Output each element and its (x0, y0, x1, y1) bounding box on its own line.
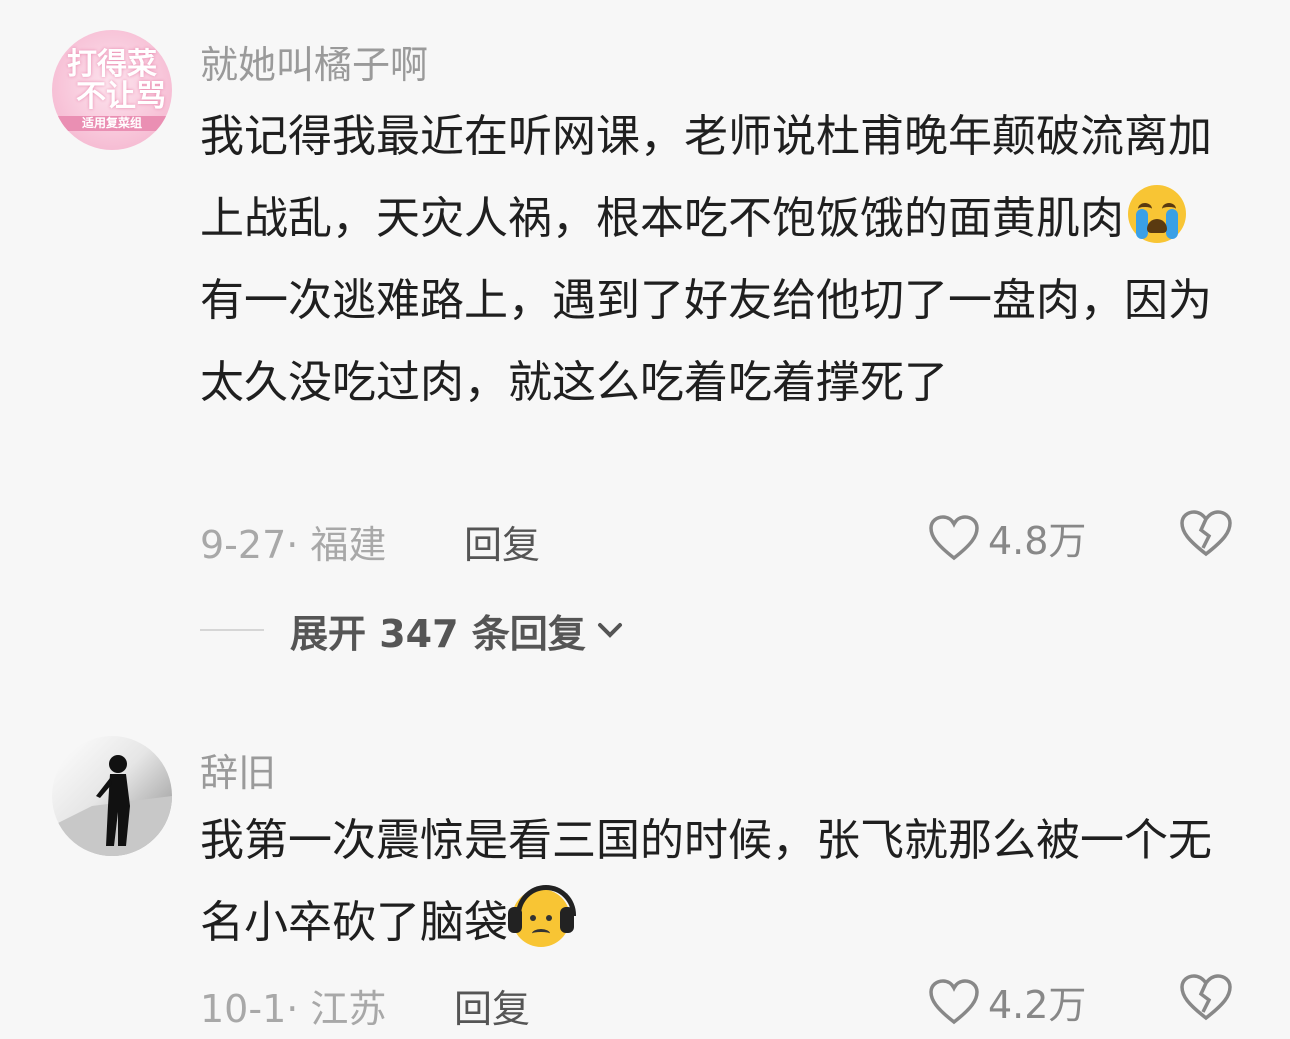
broken-heart-icon (1180, 974, 1232, 1021)
avatar-text-line-2: 不让骂 (76, 78, 166, 114)
comment-text-part-2: 有一次逃难路上，遇到了好友给他切了一盘肉，因为太久没吃过肉，就这么吃着吃着撑死了 (200, 275, 1212, 408)
comment-meta: 10-1· 江苏 回复 4.2万 (200, 974, 1250, 1031)
chevron-down-icon (597, 623, 622, 638)
expand-replies-label: 展开 347 条回复 (290, 611, 586, 656)
username[interactable]: 就她叫橘子啊 (200, 34, 428, 89)
heart-icon (929, 978, 979, 1024)
avatar[interactable] (52, 736, 172, 856)
comment-meta: 9-27· 福建 回复 4.8万 (200, 510, 1250, 567)
like-count: 4.8万 (988, 519, 1087, 563)
reply-button[interactable]: 回复 (464, 514, 540, 569)
person-silhouette (52, 755, 172, 856)
avatar-text-line-1: 打得菜 (67, 47, 157, 83)
expand-replies-button[interactable]: 展开 347 条回复 (200, 605, 624, 656)
divider (200, 629, 264, 631)
avatar-text-line-3: 适用复菜组 (58, 116, 166, 131)
like-button[interactable]: 4.2万 (928, 974, 1086, 1029)
date-location: 10-1· 江苏 (200, 987, 387, 1031)
avatar[interactable]: 打得菜 不让骂 适用复菜组 (52, 30, 172, 150)
dislike-button[interactable] (1178, 508, 1234, 569)
comment-text-part-1: 我第一次震惊是看三国的时候，张飞就那么被一个无名小卒砍了脑袋 (200, 815, 1212, 948)
comment-text: 我第一次震惊是看三国的时候，张飞就那么被一个无名小卒砍了脑袋 (200, 800, 1230, 964)
comment-text-part-1: 我记得我最近在听网课，老师说杜甫晚年颠破流离加上战乱，天灾人祸，根本吃不饱饭饿的… (200, 111, 1212, 244)
reply-button[interactable]: 回复 (454, 978, 530, 1033)
broken-heart-icon (1180, 510, 1232, 557)
comment-text: 我记得我最近在听网课，老师说杜甫晚年颠破流离加上战乱，天灾人祸，根本吃不饱饭饿的… (200, 96, 1230, 424)
like-count: 4.2万 (988, 983, 1087, 1027)
crying-face-icon (1128, 185, 1186, 243)
heart-icon (929, 514, 979, 560)
like-button[interactable]: 4.8万 (928, 510, 1086, 565)
date-location: 9-27· 福建 (200, 523, 387, 567)
headphones-face-icon (508, 885, 576, 947)
username[interactable]: 辞旧 (200, 742, 276, 797)
dislike-button[interactable] (1178, 972, 1234, 1033)
